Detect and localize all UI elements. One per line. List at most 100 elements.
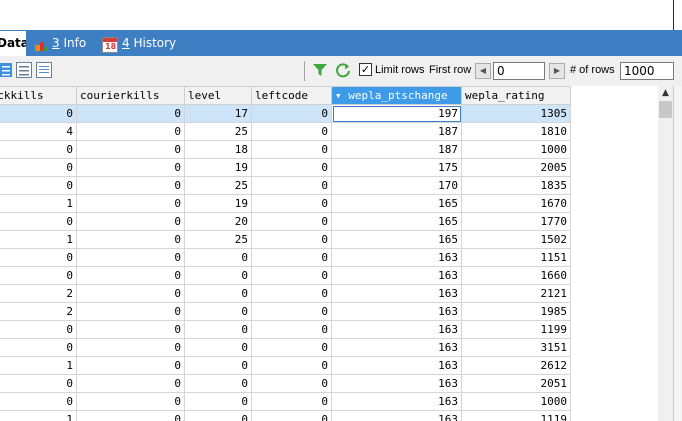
table-cell[interactable]: 1305 [461,104,571,123]
table-cell[interactable]: 0 [0,140,77,159]
column-header-wepla-ptschange[interactable]: ▾ wepla_ptschange [331,86,462,105]
table-cell[interactable]: 2 [0,302,77,321]
table-cell[interactable]: 1 [0,194,77,213]
num-rows-input[interactable]: 1000 [620,62,674,80]
table-cell[interactable]: 0 [251,194,332,213]
table-cell[interactable]: 170 [331,176,462,195]
table-cell[interactable]: 1985 [461,302,571,321]
table-cell[interactable]: 2612 [461,356,571,375]
table-row[interactable]: 0 0 0 0 163 1000 [0,392,571,411]
table-row[interactable]: 0 0 0 0 163 1151 [0,248,571,267]
grid-view-icon[interactable] [0,62,16,78]
table-row[interactable]: 0 0 20 0 165 1770 [0,212,571,231]
table-cell[interactable]: 0 [251,356,332,375]
prev-page-button[interactable]: ◀ [475,63,491,79]
table-cell[interactable]: 0 [0,374,77,393]
table-cell[interactable]: 163 [331,374,462,393]
table-cell[interactable]: 0 [251,158,332,177]
table-row[interactable]: 0 0 0 0 163 1660 [0,266,571,285]
filter-icon[interactable] [312,62,328,78]
table-cell[interactable]: 1 [0,410,77,421]
table-row[interactable]: 0 0 19 0 175 2005 [0,158,571,177]
table-cell[interactable]: 0 [184,392,252,411]
form-view-icon[interactable] [16,62,32,78]
table-row[interactable]: 0 0 25 0 170 1835 [0,176,571,195]
column-header-courierkills[interactable]: courierkills [76,86,185,105]
table-cell[interactable]: 0 [184,356,252,375]
table-cell[interactable]: 1 [0,356,77,375]
refresh-icon[interactable] [335,62,351,78]
scroll-up-icon[interactable]: ▲ [658,86,673,101]
table-cell[interactable]: 0 [76,158,185,177]
table-cell[interactable]: 0 [0,248,77,267]
table-cell[interactable]: 18 [184,140,252,159]
table-cell[interactable]: 0 [251,284,332,303]
table-cell[interactable]: 0 [76,410,185,421]
table-cell[interactable]: 163 [331,338,462,357]
table-cell[interactable]: 0 [76,230,185,249]
table-cell[interactable]: 4 [0,122,77,141]
table-cell[interactable]: 0 [76,140,185,159]
table-cell[interactable]: 0 [76,338,185,357]
table-cell[interactable]: 163 [331,410,462,421]
table-cell[interactable]: 0 [76,212,185,231]
table-cell[interactable]: 0 [251,176,332,195]
table-cell[interactable]: 0 [251,212,332,231]
table-row[interactable]: 1 0 19 0 165 1670 [0,194,571,213]
table-cell[interactable]: 1119 [461,410,571,421]
table-cell[interactable]: 163 [331,266,462,285]
table-cell[interactable]: 0 [251,122,332,141]
table-cell[interactable]: 3151 [461,338,571,357]
table-cell[interactable]: 17 [184,104,252,123]
table-cell[interactable]: 0 [184,284,252,303]
table-cell[interactable]: 163 [331,356,462,375]
text-view-icon[interactable] [36,62,52,78]
table-cell[interactable]: 0 [184,338,252,357]
table-cell[interactable]: 0 [251,248,332,267]
table-cell[interactable]: 20 [184,212,252,231]
table-cell[interactable]: 1660 [461,266,571,285]
table-cell[interactable]: 163 [331,248,462,267]
table-cell[interactable]: 0 [0,212,77,231]
table-cell[interactable]: 25 [184,122,252,141]
table-cell[interactable]: 0 [251,266,332,285]
table-cell[interactable]: 0 [0,266,77,285]
table-cell[interactable]: 0 [76,374,185,393]
table-cell[interactable]: 0 [251,230,332,249]
limit-rows-checkbox[interactable]: ✓ [359,63,372,76]
table-cell[interactable]: 0 [251,410,332,421]
table-cell[interactable]: 0 [184,248,252,267]
table-cell[interactable]: 1835 [461,176,571,195]
table-cell[interactable]: 165 [331,212,462,231]
column-header-rackkills[interactable]: rackkills [0,86,77,105]
table-cell[interactable]: 1000 [461,140,571,159]
table-cell[interactable]: 1770 [461,212,571,231]
table-cell[interactable]: 0 [0,320,77,339]
table-cell[interactable]: 0 [76,284,185,303]
table-cell[interactable]: 0 [0,176,77,195]
table-cell[interactable]: 1151 [461,248,571,267]
tab-info[interactable]: 3 Info [52,30,86,56]
table-cell[interactable]: 0 [251,338,332,357]
table-cell[interactable]: 0 [251,374,332,393]
column-header-wepla-rating[interactable]: wepla_rating [461,86,571,105]
table-cell[interactable]: 0 [76,392,185,411]
scrollbar-thumb[interactable] [659,101,672,118]
table-row[interactable]: 0 0 18 0 187 1000 [0,140,571,159]
table-cell[interactable]: 0 [184,320,252,339]
table-cell[interactable]: 163 [331,392,462,411]
table-cell[interactable]: 0 [76,266,185,285]
column-header-level[interactable]: level [184,86,252,105]
table-cell[interactable]: 0 [184,266,252,285]
table-cell[interactable]: 2005 [461,158,571,177]
table-cell[interactable]: 19 [184,194,252,213]
table-cell[interactable]: 197 [331,104,462,123]
table-cell[interactable]: 0 [0,104,77,123]
tab-history[interactable]: 4 History [122,30,176,56]
tab-data[interactable]: Data [0,31,26,56]
table-cell[interactable]: 1670 [461,194,571,213]
table-cell[interactable]: 0 [76,302,185,321]
table-cell[interactable]: 1810 [461,122,571,141]
table-row[interactable]: 2 0 0 0 163 1985 [0,302,571,321]
table-cell[interactable]: 2 [0,284,77,303]
